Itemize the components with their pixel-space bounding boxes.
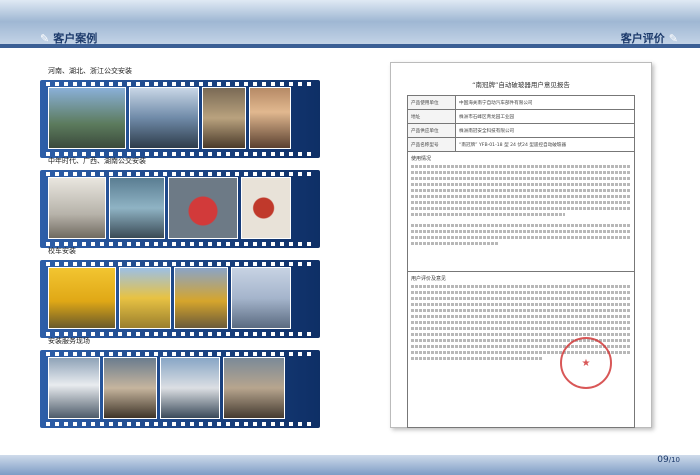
- table-row: 产品使用单位 中国海关南宁自动汽车部件有限公司: [407, 95, 635, 110]
- table-row: 产品供应单位 株洲南冠安全科技有限公司: [407, 123, 635, 138]
- form-value: 中国海关南宁自动汽车部件有限公司: [455, 95, 635, 110]
- header-bar: [0, 0, 700, 48]
- form-value: “南冠牌” YFB-01-18 型 24 伏24 型遥控自动破玻器: [455, 137, 635, 152]
- window-photo: [109, 177, 165, 239]
- pen-icon: ✎: [668, 31, 678, 45]
- bus-photo: [160, 357, 220, 419]
- section-label: 河南、湖北、浙江公交安装: [48, 67, 132, 75]
- service-photo: [223, 357, 285, 419]
- photo-row: [48, 87, 291, 149]
- bus-photo: [48, 87, 126, 149]
- interior-photo: [231, 267, 291, 329]
- school-bus-photo: [119, 267, 171, 329]
- section-label: 校车安装: [48, 247, 76, 255]
- photo-row: [48, 267, 291, 329]
- table-row: 地址 株洲市石峰区青龙园工业园: [407, 109, 635, 124]
- document-title: “南冠牌”自动破玻器用户意见报告: [472, 81, 570, 89]
- section-label: 安装服务现场: [48, 337, 90, 345]
- page-current: 09: [657, 455, 669, 465]
- usage-title: 使用情况: [411, 156, 432, 162]
- form-key: 产品名称型号: [407, 137, 456, 152]
- page-total: /10: [668, 456, 680, 464]
- form-key: 产品供应单位: [407, 123, 456, 138]
- photo-row: [48, 177, 291, 239]
- form-key: 产品使用单位: [407, 95, 456, 110]
- company-seal: ★: [560, 337, 612, 389]
- header-left: ✎ 客户案例: [40, 30, 97, 46]
- service-photo: [48, 357, 100, 419]
- evaluation-title: 用户评价及意见: [411, 276, 447, 282]
- bus-photo: [129, 87, 199, 149]
- section-label: 中年时代、广西、湖南公交安装: [48, 157, 146, 165]
- page-number: 09/10: [657, 455, 680, 465]
- device-photo: [249, 87, 291, 149]
- section-title: 客户案例: [53, 32, 98, 45]
- usage-section: 使用情况: [407, 152, 635, 272]
- section-title-right: 客户评价: [620, 32, 665, 45]
- service-photo: [103, 357, 157, 419]
- form-value: 株洲南冠安全科技有限公司: [455, 123, 635, 138]
- interior-photo: [202, 87, 246, 149]
- report-form-table: 产品使用单位 中国海关南宁自动汽车部件有限公司 地址 株洲市石峰区青龙园工业园 …: [407, 95, 635, 152]
- footer-bar: [0, 455, 700, 475]
- interior-photo: [48, 177, 106, 239]
- table-row: 产品名称型号 “南冠牌” YFB-01-18 型 24 伏24 型遥控自动破玻器: [407, 137, 635, 152]
- device-photo: [168, 177, 238, 239]
- school-bus-photo: [48, 267, 116, 329]
- photo-row: [48, 357, 285, 419]
- evaluation-section: 用户评价及意见 ★: [407, 272, 635, 428]
- form-value: 株洲市石峰区青龙园工业园: [455, 109, 635, 124]
- header-right: 客户评价 ✎: [621, 30, 678, 46]
- device-photo: [241, 177, 291, 239]
- school-bus-photo: [174, 267, 228, 329]
- form-key: 地址: [407, 109, 456, 124]
- pen-icon: ✎: [40, 31, 50, 45]
- user-report-document: “南冠牌”自动破玻器用户意见报告 产品使用单位 中国海关南宁自动汽车部件有限公司…: [390, 62, 652, 428]
